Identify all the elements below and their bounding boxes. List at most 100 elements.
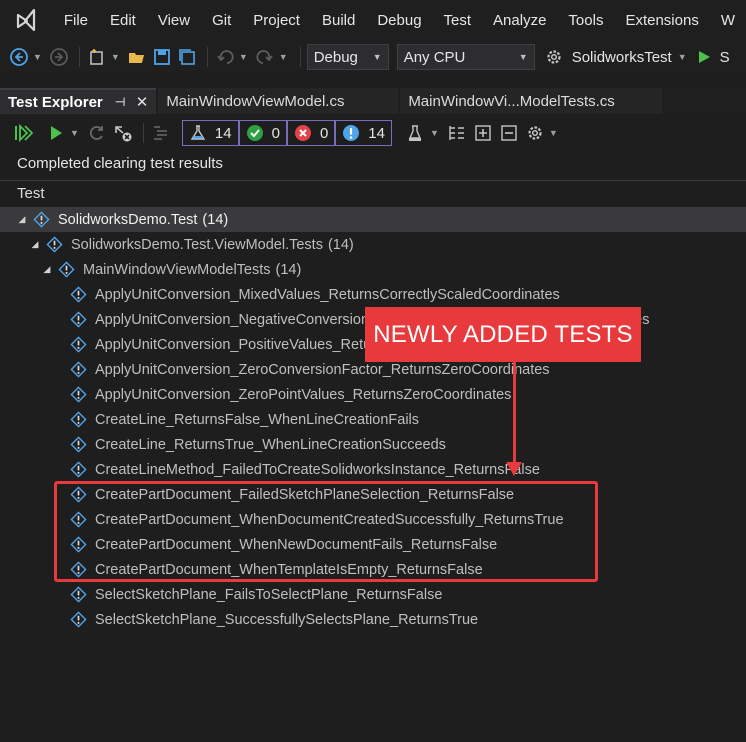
chevron-down-icon[interactable]: ▼ <box>111 52 120 62</box>
undo-icon[interactable] <box>214 46 236 68</box>
configuration-select[interactable]: Debug ▼ <box>306 44 389 70</box>
test-count-filters: 14 0 0 14 <box>181 120 392 146</box>
newly-added-callout: NEWLY ADDED TESTS <box>365 307 641 362</box>
tab-strip: Test Explorer ⊣ ✕ MainWindowViewModel.cs… <box>0 88 746 114</box>
menu-file[interactable]: File <box>53 12 99 29</box>
menu-extensions[interactable]: Extensions <box>614 12 709 29</box>
test-name: ApplyUnitConversion_ZeroConversionFactor… <box>95 361 550 378</box>
column-header-test[interactable]: Test <box>0 180 746 206</box>
chevron-down-icon[interactable]: ▼ <box>549 128 558 138</box>
test-row[interactable]: CreateLine_ReturnsFalse_WhenLineCreation… <box>70 407 419 432</box>
startup-project-label[interactable]: SolidworksTest <box>572 49 672 66</box>
save-icon[interactable] <box>151 46 173 68</box>
tree-node-label: SolidworksDemo.Test <box>58 211 198 228</box>
menu-analyze[interactable]: Analyze <box>482 12 557 29</box>
test-name: CreateLine_ReturnsFalse_WhenLineCreation… <box>95 411 420 428</box>
not-run-info-icon <box>46 236 63 253</box>
column-header-label: Test <box>17 185 45 202</box>
passed-tests-count: 0 <box>271 124 280 142</box>
settings-gear-icon[interactable] <box>523 121 547 145</box>
repeat-last-run-icon[interactable] <box>85 121 109 145</box>
not-run-info-icon <box>342 124 360 142</box>
not-run-info-icon <box>70 336 87 353</box>
chevron-down-icon[interactable]: ▼ <box>70 128 79 138</box>
main-toolbar: ▼ ▼ ▼ ▼ Debug ▼ Any CPU ▼ SolidworksTest… <box>0 40 746 74</box>
chevron-down-icon[interactable]: ▼ <box>33 52 42 62</box>
menu-build[interactable]: Build <box>311 12 366 29</box>
menu-tools[interactable]: Tools <box>557 12 614 29</box>
toolbar-divider <box>142 123 144 143</box>
not-run-tests-count: 14 <box>368 124 385 142</box>
tree-node-class[interactable]: ◢ MainWindowViewModelTests (14) <box>40 257 301 282</box>
tab-mainwindowviewmodeltests[interactable]: MainWindowVi...ModelTests.cs <box>400 88 663 114</box>
menu-test[interactable]: Test <box>433 12 483 29</box>
not-run-info-icon <box>70 461 87 478</box>
test-name: SelectSketchPlane_SuccessfullySelectsPla… <box>95 611 479 628</box>
test-row[interactable]: SelectSketchPlane_SuccessfullySelectsPla… <box>70 607 478 632</box>
open-folder-icon[interactable] <box>126 46 148 68</box>
navigate-back-icon[interactable] <box>8 46 30 68</box>
start-button-label[interactable]: S <box>720 49 730 66</box>
tab-test-explorer[interactable]: Test Explorer ⊣ ✕ <box>0 88 157 114</box>
tree-node-project[interactable]: ◢ SolidworksDemo.Test (14) <box>0 207 746 232</box>
start-debugging-icon[interactable] <box>693 46 715 68</box>
not-run-info-icon <box>70 436 87 453</box>
visual-studio-logo-icon[interactable] <box>14 6 41 34</box>
toolbar-divider <box>299 47 301 67</box>
chevron-down-icon[interactable]: ▼ <box>279 52 288 62</box>
menu-window[interactable]: W <box>710 12 746 29</box>
chevron-down-icon[interactable]: ▼ <box>430 128 439 138</box>
platform-select[interactable]: Any CPU ▼ <box>396 44 535 70</box>
expand-all-icon[interactable] <box>471 121 495 145</box>
expand-triangle-icon[interactable]: ◢ <box>28 239 42 250</box>
test-row[interactable]: ApplyUnitConversion_ZeroPointValues_Retu… <box>70 382 511 407</box>
playlist-icon[interactable] <box>404 121 428 145</box>
menu-edit[interactable]: Edit <box>99 12 147 29</box>
menu-project[interactable]: Project <box>242 12 311 29</box>
not-run-info-icon <box>70 411 87 428</box>
total-tests-filter[interactable]: 14 <box>181 120 239 146</box>
test-explorer-toolbar: ▼ 14 0 0 14 ▼ ▼ <box>0 116 746 150</box>
tab-mainwindowviewmodel[interactable]: MainWindowViewModel.cs <box>158 88 399 114</box>
run-all-tests-icon[interactable] <box>12 121 36 145</box>
collapse-all-icon[interactable] <box>497 121 521 145</box>
test-row[interactable]: SelectSketchPlane_FailsToSelectPlane_Ret… <box>70 582 442 607</box>
tree-node-label: MainWindowViewModelTests <box>83 261 271 278</box>
new-item-icon[interactable] <box>86 46 108 68</box>
group-by-icon[interactable] <box>150 121 174 145</box>
not-run-info-icon <box>70 361 87 378</box>
hierarchy-icon[interactable] <box>445 121 469 145</box>
close-icon[interactable]: ✕ <box>136 93 149 111</box>
tree-node-namespace[interactable]: ◢ SolidworksDemo.Test.ViewModel.Tests (1… <box>28 232 354 257</box>
chevron-down-icon[interactable]: ▼ <box>678 52 687 62</box>
expand-triangle-icon[interactable]: ◢ <box>15 214 29 225</box>
redo-icon[interactable] <box>254 46 276 68</box>
test-name: CreateLine_ReturnsTrue_WhenLineCreationS… <box>95 436 446 453</box>
test-row[interactable]: CreateLine_ReturnsTrue_WhenLineCreationS… <box>70 432 446 457</box>
failed-tests-filter[interactable]: 0 <box>286 120 336 146</box>
not-run-info-icon <box>70 311 87 328</box>
total-tests-count: 14 <box>214 124 232 142</box>
toolbar-divider <box>206 47 208 67</box>
test-row[interactable]: CreateLineMethod_FailedToCreateSolidwork… <box>70 457 540 482</box>
gear-icon[interactable] <box>543 46 565 68</box>
cancel-run-icon[interactable] <box>111 121 135 145</box>
save-all-icon[interactable] <box>176 46 198 68</box>
passed-tests-filter[interactable]: 0 <box>238 120 287 146</box>
platform-value: Any CPU <box>403 48 466 66</box>
expand-triangle-icon[interactable]: ◢ <box>40 264 54 275</box>
run-tests-icon[interactable] <box>44 121 68 145</box>
menu-git[interactable]: Git <box>201 12 242 29</box>
not-run-info-icon <box>70 386 87 403</box>
failed-x-icon <box>294 124 312 142</box>
not-run-tests-filter[interactable]: 14 <box>335 120 392 146</box>
chevron-down-icon: ▼ <box>518 52 528 62</box>
menu-debug[interactable]: Debug <box>366 12 432 29</box>
test-row[interactable]: ApplyUnitConversion_MixedValues_ReturnsC… <box>70 282 560 307</box>
pin-icon[interactable]: ⊣ <box>115 95 126 109</box>
passed-check-icon <box>246 124 264 142</box>
chevron-down-icon[interactable]: ▼ <box>239 52 248 62</box>
navigate-forward-icon[interactable] <box>48 46 70 68</box>
menu-view[interactable]: View <box>147 12 201 29</box>
test-name: ApplyUnitConversion_ZeroPointValues_Retu… <box>95 386 512 403</box>
